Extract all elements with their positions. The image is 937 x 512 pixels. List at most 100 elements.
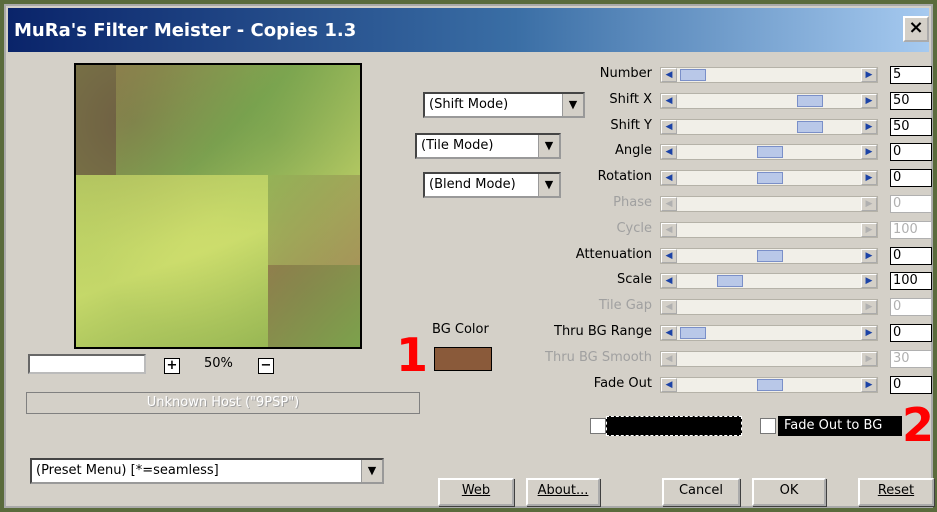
zoom-input[interactable] [28,354,146,374]
slider-thumb[interactable] [757,146,783,158]
preview-tile [116,65,360,175]
chevron-down-icon: ▼ [538,174,559,196]
param-value-input[interactable]: 0 [890,247,932,265]
param-label: Scale [617,272,652,287]
arrow-left-icon[interactable]: ◀ [661,120,677,134]
param-label: Number [599,66,652,81]
fade-color-bar[interactable] [606,416,742,436]
plus-icon: + [166,358,178,373]
arrow-right-icon[interactable]: ▶ [861,249,877,263]
annotation-marker-2: 2 [902,398,935,452]
tile-mode-value: (Tile Mode) [421,138,494,153]
chevron-down-icon: ▼ [538,135,559,157]
arrow-left-icon: ◀ [661,300,677,314]
arrow-left-icon[interactable]: ◀ [661,171,677,185]
arrow-right-icon[interactable]: ▶ [861,68,877,82]
param-slider[interactable]: ◀ ▶ [660,325,878,341]
param-label: Thru BG Smooth [545,350,652,365]
web-button-label: Web [461,483,491,498]
param-value-input: 30 [890,350,932,368]
param-slider: ◀ ▶ [660,351,878,367]
shift-mode-select[interactable]: (Shift Mode) ▼ [423,92,585,118]
param-value-input[interactable]: 0 [890,169,932,187]
zoom-out-button[interactable]: − [258,358,274,374]
about-button[interactable]: About... [526,478,600,506]
fade-checkbox-1[interactable] [590,418,606,434]
preview-image[interactable] [74,63,362,349]
param-label: Thru BG Range [554,324,652,339]
arrow-right-icon[interactable]: ▶ [861,145,877,159]
tile-mode-select[interactable]: (Tile Mode) ▼ [415,133,561,159]
param-value-input[interactable]: 0 [890,376,932,394]
preset-menu-select[interactable]: (Preset Menu) [*=seamless] ▼ [30,458,384,484]
close-button[interactable]: × [903,16,929,42]
bg-color-swatch[interactable] [434,347,492,371]
arrow-left-icon[interactable]: ◀ [661,249,677,263]
blend-mode-select[interactable]: (Blend Mode) ▼ [423,172,561,198]
param-label: Attenuation [575,247,652,262]
param-slider[interactable]: ◀ ▶ [660,273,878,289]
arrow-left-icon[interactable]: ◀ [661,326,677,340]
param-slider[interactable]: ◀ ▶ [660,248,878,264]
slider-thumb[interactable] [680,327,706,339]
param-slider: ◀ ▶ [660,196,878,212]
host-status: Unknown Host ("9PSP") [26,392,420,414]
arrow-left-icon[interactable]: ◀ [661,145,677,159]
arrow-left-icon[interactable]: ◀ [661,68,677,82]
param-value-input[interactable]: 50 [890,118,932,136]
arrow-left-icon[interactable]: ◀ [661,274,677,288]
arrow-right-icon[interactable]: ▶ [861,94,877,108]
preview-tile [76,65,116,175]
param-slider[interactable]: ◀ ▶ [660,170,878,186]
reset-button[interactable]: Reset [858,478,934,506]
reset-button-label: Reset [877,483,915,498]
slider-thumb[interactable] [680,69,706,81]
shift-mode-value: (Shift Mode) [429,97,509,112]
ok-button-label: OK [779,483,799,498]
param-slider[interactable]: ◀ ▶ [660,377,878,393]
preview-tile [268,265,360,347]
arrow-right-icon: ▶ [861,223,877,237]
arrow-right-icon[interactable]: ▶ [861,326,877,340]
preview-tile [268,175,360,265]
param-slider[interactable]: ◀ ▶ [660,93,878,109]
title-bar[interactable]: MuRa's Filter Meister - Copies 1.3 × [8,8,929,52]
param-label: Fade Out [593,376,652,391]
arrow-left-icon[interactable]: ◀ [661,94,677,108]
window-title: MuRa's Filter Meister - Copies 1.3 [14,19,357,41]
slider-thumb[interactable] [757,172,783,184]
param-value-input[interactable]: 0 [890,324,932,342]
param-label: Shift X [609,92,652,107]
annotation-marker-1: 1 [396,328,429,382]
slider-thumb[interactable] [797,95,823,107]
param-value-input[interactable]: 0 [890,143,932,161]
fade-out-to-bg-label: Fade Out to BG [778,416,902,436]
param-slider[interactable]: ◀ ▶ [660,119,878,135]
param-slider[interactable]: ◀ ▶ [660,144,878,160]
param-value-input[interactable]: 5 [890,66,932,84]
arrow-right-icon: ▶ [861,352,877,366]
param-slider[interactable]: ◀ ▶ [660,67,878,83]
param-label: Phase [613,195,652,210]
param-slider: ◀ ▶ [660,299,878,315]
cancel-button[interactable]: Cancel [662,478,740,506]
slider-thumb[interactable] [797,121,823,133]
arrow-left-icon[interactable]: ◀ [661,378,677,392]
web-button[interactable]: Web [438,478,514,506]
param-value-input[interactable]: 100 [890,272,932,290]
arrow-right-icon: ▶ [861,300,877,314]
arrow-right-icon[interactable]: ▶ [861,378,877,392]
fade-out-to-bg-checkbox[interactable] [760,418,776,434]
slider-thumb[interactable] [757,250,783,262]
slider-thumb[interactable] [757,379,783,391]
param-value-input: 100 [890,221,932,239]
param-value-input[interactable]: 50 [890,92,932,110]
ok-button[interactable]: OK [752,478,826,506]
blend-mode-value: (Blend Mode) [429,177,516,192]
zoom-in-button[interactable]: + [164,358,180,374]
arrow-right-icon[interactable]: ▶ [861,171,877,185]
cancel-button-label: Cancel [678,483,724,498]
arrow-right-icon[interactable]: ▶ [861,274,877,288]
arrow-right-icon[interactable]: ▶ [861,120,877,134]
slider-thumb[interactable] [717,275,743,287]
